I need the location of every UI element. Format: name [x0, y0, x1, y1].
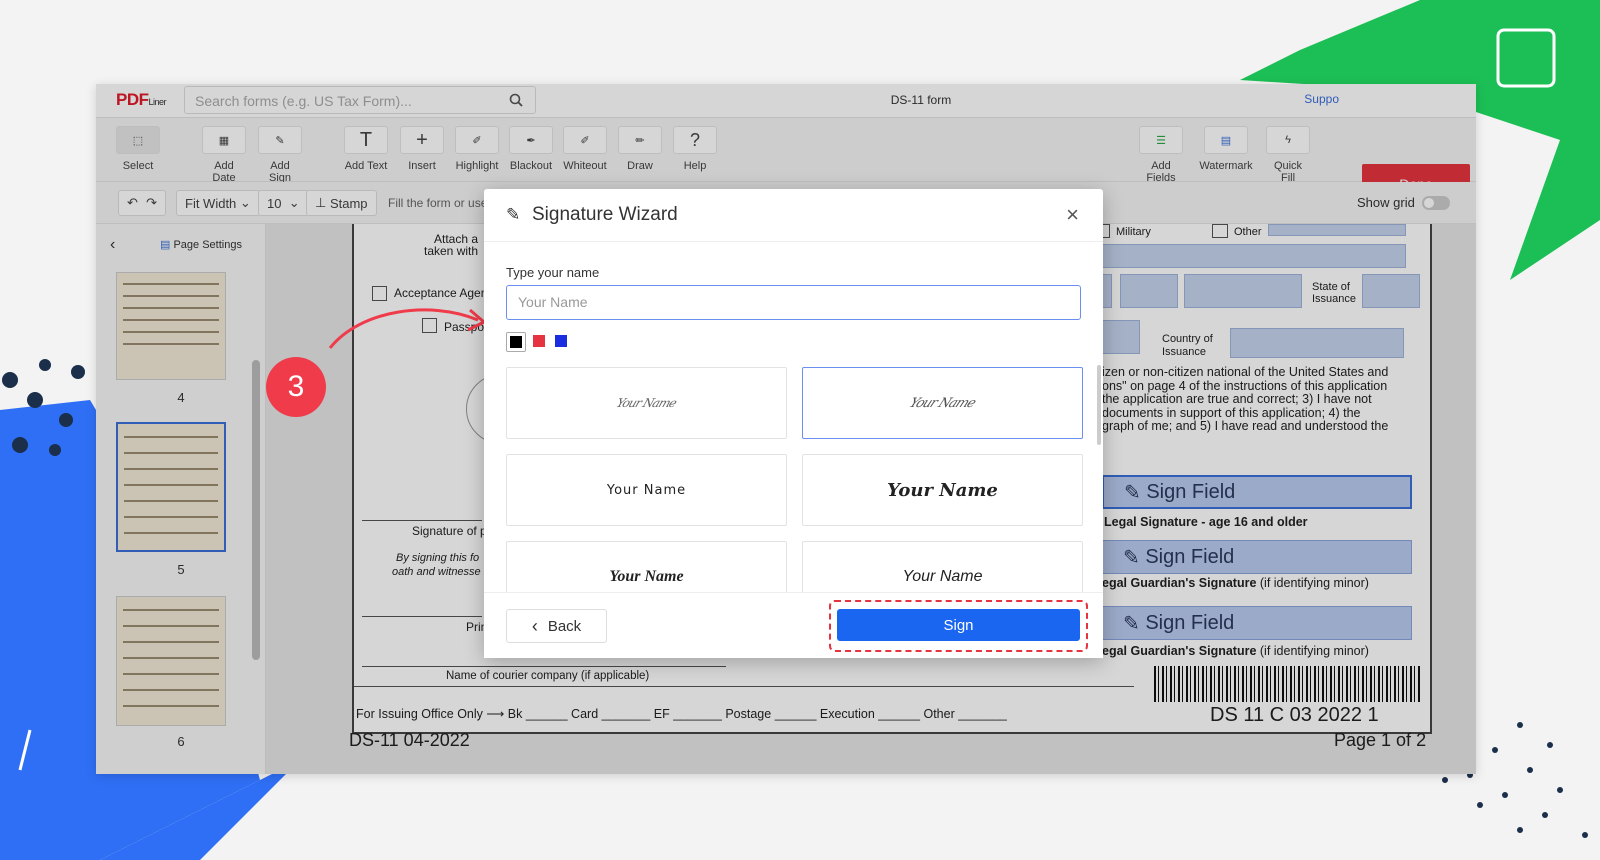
dialog-header: ✎ Signature Wizard × [484, 189, 1103, 242]
sign-highlight: Sign [829, 600, 1088, 652]
signature-option-1[interactable]: Your Name [506, 367, 787, 439]
signature-option-2[interactable]: Your Name [802, 367, 1083, 439]
pen-icon: ✎ [506, 205, 521, 224]
dialog-footer: ‹ Back Sign [484, 592, 1103, 658]
close-icon[interactable]: × [1066, 202, 1079, 228]
options-scrollbar[interactable] [1097, 365, 1101, 445]
back-button[interactable]: ‹ Back [506, 609, 607, 643]
signature-option-6[interactable]: Your Name [802, 541, 1083, 593]
signature-options: Your Name Your Name Your Name Your Name … [484, 365, 1103, 593]
color-swatch-red[interactable] [533, 335, 545, 347]
sign-button[interactable]: Sign [837, 609, 1080, 641]
step-badge: 3 [266, 357, 326, 417]
signature-option-4[interactable]: Your Name [802, 454, 1083, 526]
color-swatch-blue[interactable] [555, 335, 567, 347]
chevron-left-icon: ‹ [531, 615, 538, 636]
type-name-label: Type your name [506, 265, 600, 280]
signature-option-5[interactable]: Your Name [506, 541, 787, 593]
name-input[interactable]: Your Name [506, 285, 1081, 320]
signature-option-3[interactable]: Your Name [506, 454, 787, 526]
signature-wizard-dialog: ✎ Signature Wizard × Type your name Your… [484, 189, 1103, 658]
dialog-title: Signature Wizard [532, 204, 678, 225]
arrow-icon [328, 308, 487, 349]
color-swatch-black[interactable] [506, 332, 526, 352]
